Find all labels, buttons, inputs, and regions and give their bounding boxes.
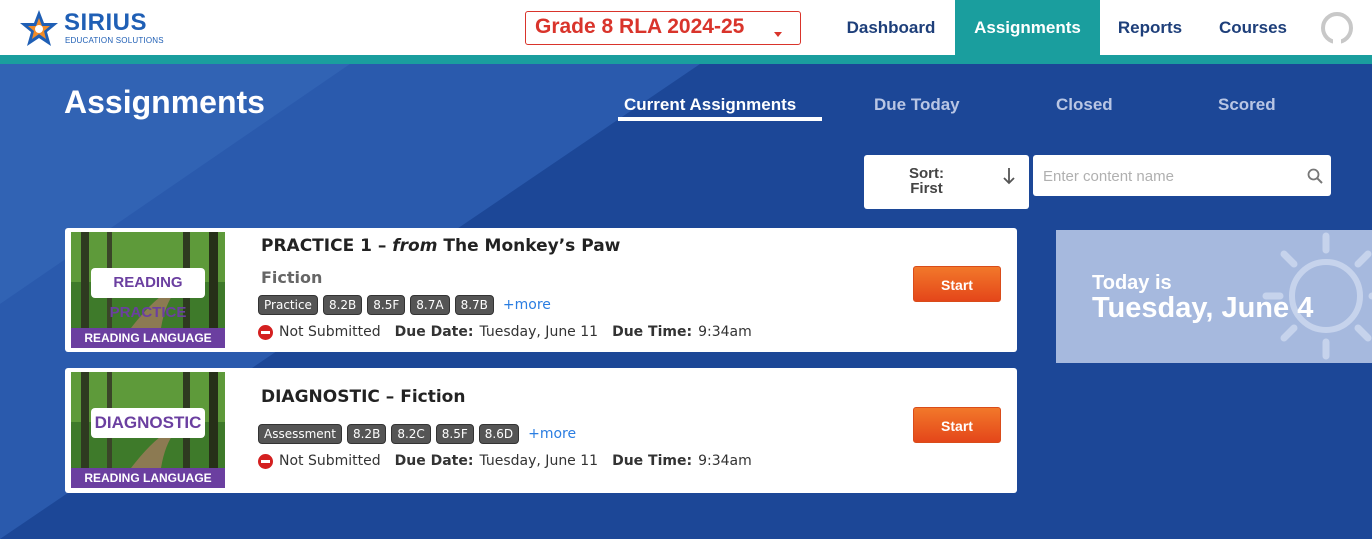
standards-tags: Assessment 8.2B 8.2C 8.5F 8.6D +more bbox=[258, 424, 576, 444]
tag-standard: 8.5F bbox=[367, 295, 406, 315]
status-row: Not Submitted Due Date: Tuesday, June 11… bbox=[258, 324, 752, 340]
assignment-thumbnail: DIAGNOSTIC READING LANGUAGE ARTS bbox=[71, 372, 225, 488]
sirius-logo[interactable]: SIRIUS EDUCATION SOLUTIONS bbox=[18, 8, 168, 50]
status-text: Not Submitted bbox=[279, 453, 381, 469]
sort-label: Sort: First bbox=[864, 166, 989, 196]
tab-current-assignments[interactable]: Current Assignments bbox=[624, 95, 796, 115]
search-input[interactable] bbox=[1043, 163, 1293, 189]
assignment-thumbnail: READING PRACTICE READING LANGUAGE ARTS bbox=[71, 232, 225, 348]
tag-standard: 8.6D bbox=[478, 424, 520, 444]
no-entry-icon bbox=[258, 324, 273, 340]
due-date-value: Tuesday, June 11 bbox=[479, 453, 599, 469]
assignment-genre: Fiction bbox=[261, 268, 323, 287]
due-date-value: Tuesday, June 11 bbox=[479, 324, 599, 340]
tag-standard: 8.2C bbox=[391, 424, 431, 444]
search-icon[interactable] bbox=[1307, 168, 1323, 184]
logo-name: SIRIUS bbox=[64, 9, 148, 36]
search-box bbox=[1033, 155, 1331, 196]
title-italic: from bbox=[392, 236, 438, 256]
sort-button[interactable]: Sort: First bbox=[864, 155, 1029, 209]
status-row: Not Submitted Due Date: Tuesday, June 11… bbox=[258, 453, 752, 469]
title-prefix: PRACTICE 1 – bbox=[261, 236, 393, 256]
tab-closed[interactable]: Closed bbox=[1056, 95, 1113, 115]
due-time-value: 9:34am bbox=[698, 324, 752, 340]
tag-standard: 8.2B bbox=[322, 295, 363, 315]
course-select[interactable]: Grade 8 RLA 2024-25 bbox=[525, 11, 801, 45]
sort-label-line2: First bbox=[910, 180, 943, 197]
status-text: Not Submitted bbox=[279, 324, 381, 340]
due-date-label: Due Date: bbox=[394, 453, 474, 469]
tab-due-today[interactable]: Due Today bbox=[874, 95, 960, 115]
tag-standard: 8.2B bbox=[346, 424, 387, 444]
due-time-label: Due Time: bbox=[612, 324, 693, 340]
no-entry-icon bbox=[258, 453, 273, 469]
thumbnail-banner: READING LANGUAGE ARTS bbox=[71, 468, 225, 488]
tag-standard: 8.5F bbox=[435, 424, 474, 444]
tag-standard: 8.7A bbox=[410, 295, 450, 315]
thumbnail-banner: READING LANGUAGE ARTS bbox=[71, 328, 225, 348]
thumbnail-badge: DIAGNOSTIC bbox=[91, 408, 205, 438]
tab-scored[interactable]: Scored bbox=[1218, 95, 1276, 115]
star-logo-icon bbox=[20, 10, 58, 46]
due-time-label: Due Time: bbox=[612, 453, 693, 469]
logo-subtitle: EDUCATION SOLUTIONS bbox=[65, 36, 164, 45]
tag-type: Assessment bbox=[258, 424, 342, 444]
caret-down-icon bbox=[774, 32, 782, 37]
top-header: SIRIUS EDUCATION SOLUTIONS Grade 8 RLA 2… bbox=[0, 0, 1372, 55]
assignment-title[interactable]: PRACTICE 1 – from The Monkey’s Paw bbox=[261, 236, 620, 256]
thumbnail-badge: READING PRACTICE bbox=[91, 268, 205, 321]
sort-label-line1: Sort: bbox=[909, 165, 944, 182]
assignment-card: DIAGNOSTIC READING LANGUAGE ARTS DIAGNOS… bbox=[65, 368, 1017, 493]
nav-assignments[interactable]: Assignments bbox=[955, 0, 1100, 55]
standards-tags: Practice 8.2B 8.5F 8.7A 8.7B +more bbox=[258, 295, 551, 315]
today-date: Tuesday, June 4 bbox=[1092, 292, 1314, 324]
nav-dashboard[interactable]: Dashboard bbox=[830, 0, 952, 55]
more-tags-link[interactable]: +more bbox=[503, 297, 551, 313]
course-select-value: Grade 8 RLA 2024-25 bbox=[535, 15, 745, 38]
tag-standard: 8.7B bbox=[454, 295, 494, 315]
start-button[interactable]: Start bbox=[913, 266, 1001, 302]
due-time-value: 9:34am bbox=[698, 453, 752, 469]
header-accent-stripe bbox=[0, 55, 1372, 64]
nav-courses[interactable]: Courses bbox=[1203, 0, 1303, 55]
nav-reports[interactable]: Reports bbox=[1100, 0, 1200, 55]
start-button[interactable]: Start bbox=[913, 407, 1001, 443]
more-tags-link[interactable]: +more bbox=[528, 426, 576, 442]
active-tab-indicator bbox=[618, 117, 822, 121]
assignment-title[interactable]: DIAGNOSTIC – Fiction bbox=[261, 387, 465, 407]
arrow-down-icon bbox=[1003, 168, 1015, 185]
tag-type: Practice bbox=[258, 295, 318, 315]
assignment-card: READING PRACTICE READING LANGUAGE ARTS P… bbox=[65, 228, 1017, 352]
due-date-label: Due Date: bbox=[394, 324, 474, 340]
user-avatar-icon[interactable] bbox=[1321, 12, 1353, 44]
page-title: Assignments bbox=[64, 84, 265, 120]
today-panel: Today is Tuesday, June 4 bbox=[1056, 230, 1372, 363]
title-suffix: The Monkey’s Paw bbox=[437, 236, 621, 256]
